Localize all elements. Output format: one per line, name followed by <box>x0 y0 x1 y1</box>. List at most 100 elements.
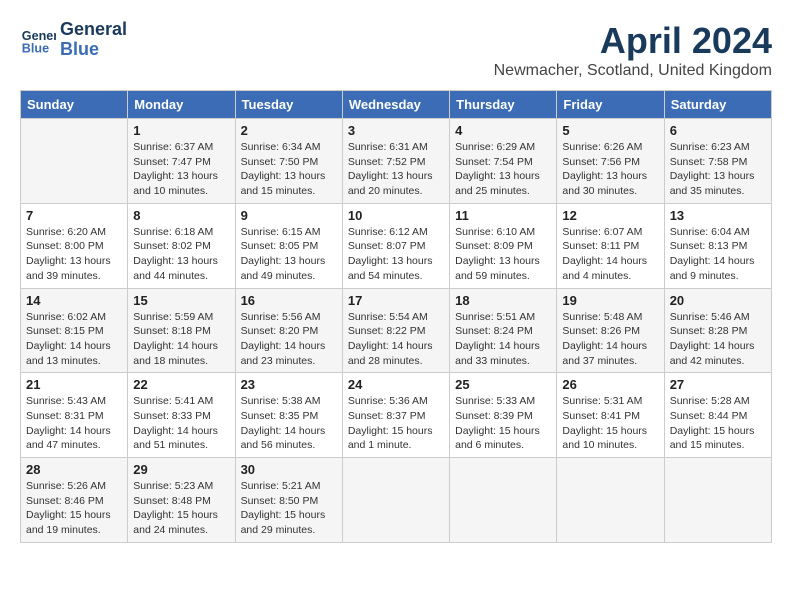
day-number: 20 <box>670 293 766 308</box>
day-number: 30 <box>241 462 337 477</box>
calendar-cell <box>21 119 128 204</box>
day-number: 14 <box>26 293 122 308</box>
calendar-cell: 24 Sunrise: 5:36 AM Sunset: 8:37 PM Dayli… <box>342 373 449 458</box>
calendar-cell: 13 Sunrise: 6:04 AM Sunset: 8:13 PM Dayli… <box>664 203 771 288</box>
calendar-cell: 15Sunrise: 5:59 AM Sunset: 8:18 PM Dayli… <box>128 288 235 373</box>
day-info: Sunrise: 6:37 AM Sunset: 7:47 PM Dayligh… <box>133 140 229 199</box>
day-number: 26 <box>562 377 658 392</box>
calendar-cell: 23 Sunrise: 5:38 AM Sunset: 8:35 PM Dayli… <box>235 373 342 458</box>
calendar-cell: 10 Sunrise: 6:12 AM Sunset: 8:07 PM Dayli… <box>342 203 449 288</box>
day-number: 3 <box>348 123 444 138</box>
day-number: 2 <box>241 123 337 138</box>
day-info: Sunrise: 6:12 AM Sunset: 8:07 PM Dayligh… <box>348 225 444 284</box>
calendar-cell <box>450 458 557 543</box>
day-number: 27 <box>670 377 766 392</box>
day-info: Sunrise: 5:51 AM Sunset: 8:24 PM Dayligh… <box>455 310 551 369</box>
day-info: Sunrise: 5:43 AM Sunset: 8:31 PM Dayligh… <box>26 394 122 453</box>
header-day-thursday: Thursday <box>450 91 557 119</box>
day-info: Sunrise: 5:48 AM Sunset: 8:26 PM Dayligh… <box>562 310 658 369</box>
day-info: Sunrise: 5:46 AM Sunset: 8:28 PM Dayligh… <box>670 310 766 369</box>
calendar-cell: 16 Sunrise: 5:56 AM Sunset: 8:20 PM Dayli… <box>235 288 342 373</box>
day-number: 19 <box>562 293 658 308</box>
day-info: Sunrise: 6:31 AM Sunset: 7:52 PM Dayligh… <box>348 140 444 199</box>
day-number: 16 <box>241 293 337 308</box>
week-row-3: 14 Sunrise: 6:02 AM Sunset: 8:15 PM Dayli… <box>21 288 772 373</box>
day-info: Sunrise: 5:31 AM Sunset: 8:41 PM Dayligh… <box>562 394 658 453</box>
day-number: 17 <box>348 293 444 308</box>
day-info: Sunrise: 5:36 AM Sunset: 8:37 PM Dayligh… <box>348 394 444 453</box>
svg-text:Blue: Blue <box>22 41 49 55</box>
calendar-cell: 7Sunrise: 6:20 AM Sunset: 8:00 PM Daylig… <box>21 203 128 288</box>
calendar-cell <box>342 458 449 543</box>
header-day-saturday: Saturday <box>664 91 771 119</box>
header-day-monday: Monday <box>128 91 235 119</box>
calendar-cell: 21 Sunrise: 5:43 AM Sunset: 8:31 PM Dayli… <box>21 373 128 458</box>
page-header: General Blue General Blue April 2024 New… <box>20 20 772 80</box>
day-number: 15 <box>133 293 229 308</box>
week-row-4: 21 Sunrise: 5:43 AM Sunset: 8:31 PM Dayli… <box>21 373 772 458</box>
day-number: 11 <box>455 208 551 223</box>
logo-icon: General Blue <box>20 22 56 58</box>
calendar-cell: 6Sunrise: 6:23 AM Sunset: 7:58 PM Daylig… <box>664 119 771 204</box>
day-number: 28 <box>26 462 122 477</box>
day-info: Sunrise: 6:02 AM Sunset: 8:15 PM Dayligh… <box>26 310 122 369</box>
day-number: 10 <box>348 208 444 223</box>
calendar-cell <box>557 458 664 543</box>
day-info: Sunrise: 5:38 AM Sunset: 8:35 PM Dayligh… <box>241 394 337 453</box>
day-number: 12 <box>562 208 658 223</box>
day-number: 22 <box>133 377 229 392</box>
header-day-sunday: Sunday <box>21 91 128 119</box>
header-day-tuesday: Tuesday <box>235 91 342 119</box>
day-number: 21 <box>26 377 122 392</box>
day-number: 29 <box>133 462 229 477</box>
calendar-cell: 28 Sunrise: 5:26 AM Sunset: 8:46 PM Dayli… <box>21 458 128 543</box>
day-info: Sunrise: 5:26 AM Sunset: 8:46 PM Dayligh… <box>26 479 122 538</box>
day-number: 25 <box>455 377 551 392</box>
calendar-cell: 17Sunrise: 5:54 AM Sunset: 8:22 PM Dayli… <box>342 288 449 373</box>
calendar-cell: 19 Sunrise: 5:48 AM Sunset: 8:26 PM Dayli… <box>557 288 664 373</box>
day-info: Sunrise: 6:04 AM Sunset: 8:13 PM Dayligh… <box>670 225 766 284</box>
day-info: Sunrise: 5:23 AM Sunset: 8:48 PM Dayligh… <box>133 479 229 538</box>
header-day-wednesday: Wednesday <box>342 91 449 119</box>
logo: General Blue General Blue <box>20 20 127 60</box>
day-info: Sunrise: 6:15 AM Sunset: 8:05 PM Dayligh… <box>241 225 337 284</box>
day-info: Sunrise: 6:29 AM Sunset: 7:54 PM Dayligh… <box>455 140 551 199</box>
calendar-cell: 29 Sunrise: 5:23 AM Sunset: 8:48 PM Dayli… <box>128 458 235 543</box>
calendar-cell: 3 Sunrise: 6:31 AM Sunset: 7:52 PM Daylig… <box>342 119 449 204</box>
day-number: 1 <box>133 123 229 138</box>
day-number: 5 <box>562 123 658 138</box>
day-info: Sunrise: 6:18 AM Sunset: 8:02 PM Dayligh… <box>133 225 229 284</box>
calendar-cell: 9Sunrise: 6:15 AM Sunset: 8:05 PM Daylig… <box>235 203 342 288</box>
day-number: 24 <box>348 377 444 392</box>
month-title: April 2024 <box>494 20 772 62</box>
calendar-cell: 4Sunrise: 6:29 AM Sunset: 7:54 PM Daylig… <box>450 119 557 204</box>
day-info: Sunrise: 6:07 AM Sunset: 8:11 PM Dayligh… <box>562 225 658 284</box>
week-row-1: 1 Sunrise: 6:37 AM Sunset: 7:47 PM Daylig… <box>21 119 772 204</box>
day-info: Sunrise: 5:56 AM Sunset: 8:20 PM Dayligh… <box>241 310 337 369</box>
calendar-cell: 18Sunrise: 5:51 AM Sunset: 8:24 PM Dayli… <box>450 288 557 373</box>
week-row-2: 7Sunrise: 6:20 AM Sunset: 8:00 PM Daylig… <box>21 203 772 288</box>
day-number: 13 <box>670 208 766 223</box>
title-block: April 2024 Newmacher, Scotland, United K… <box>494 20 772 80</box>
day-number: 23 <box>241 377 337 392</box>
day-info: Sunrise: 6:26 AM Sunset: 7:56 PM Dayligh… <box>562 140 658 199</box>
day-info: Sunrise: 6:34 AM Sunset: 7:50 PM Dayligh… <box>241 140 337 199</box>
day-info: Sunrise: 6:20 AM Sunset: 8:00 PM Dayligh… <box>26 225 122 284</box>
week-row-5: 28 Sunrise: 5:26 AM Sunset: 8:46 PM Dayli… <box>21 458 772 543</box>
day-info: Sunrise: 5:28 AM Sunset: 8:44 PM Dayligh… <box>670 394 766 453</box>
day-info: Sunrise: 5:21 AM Sunset: 8:50 PM Dayligh… <box>241 479 337 538</box>
calendar-cell <box>664 458 771 543</box>
calendar-cell: 2 Sunrise: 6:34 AM Sunset: 7:50 PM Daylig… <box>235 119 342 204</box>
day-info: Sunrise: 5:41 AM Sunset: 8:33 PM Dayligh… <box>133 394 229 453</box>
calendar-cell: 22 Sunrise: 5:41 AM Sunset: 8:33 PM Dayli… <box>128 373 235 458</box>
calendar-cell: 11 Sunrise: 6:10 AM Sunset: 8:09 PM Dayli… <box>450 203 557 288</box>
calendar-cell: 27 Sunrise: 5:28 AM Sunset: 8:44 PM Dayli… <box>664 373 771 458</box>
calendar-cell: 14 Sunrise: 6:02 AM Sunset: 8:15 PM Dayli… <box>21 288 128 373</box>
day-info: Sunrise: 6:10 AM Sunset: 8:09 PM Dayligh… <box>455 225 551 284</box>
calendar-cell: 1 Sunrise: 6:37 AM Sunset: 7:47 PM Daylig… <box>128 119 235 204</box>
calendar-cell: 5 Sunrise: 6:26 AM Sunset: 7:56 PM Daylig… <box>557 119 664 204</box>
calendar-cell: 8Sunrise: 6:18 AM Sunset: 8:02 PM Daylig… <box>128 203 235 288</box>
logo-text: General Blue <box>60 20 127 60</box>
calendar-table: SundayMondayTuesdayWednesdayThursdayFrid… <box>20 90 772 543</box>
day-number: 6 <box>670 123 766 138</box>
